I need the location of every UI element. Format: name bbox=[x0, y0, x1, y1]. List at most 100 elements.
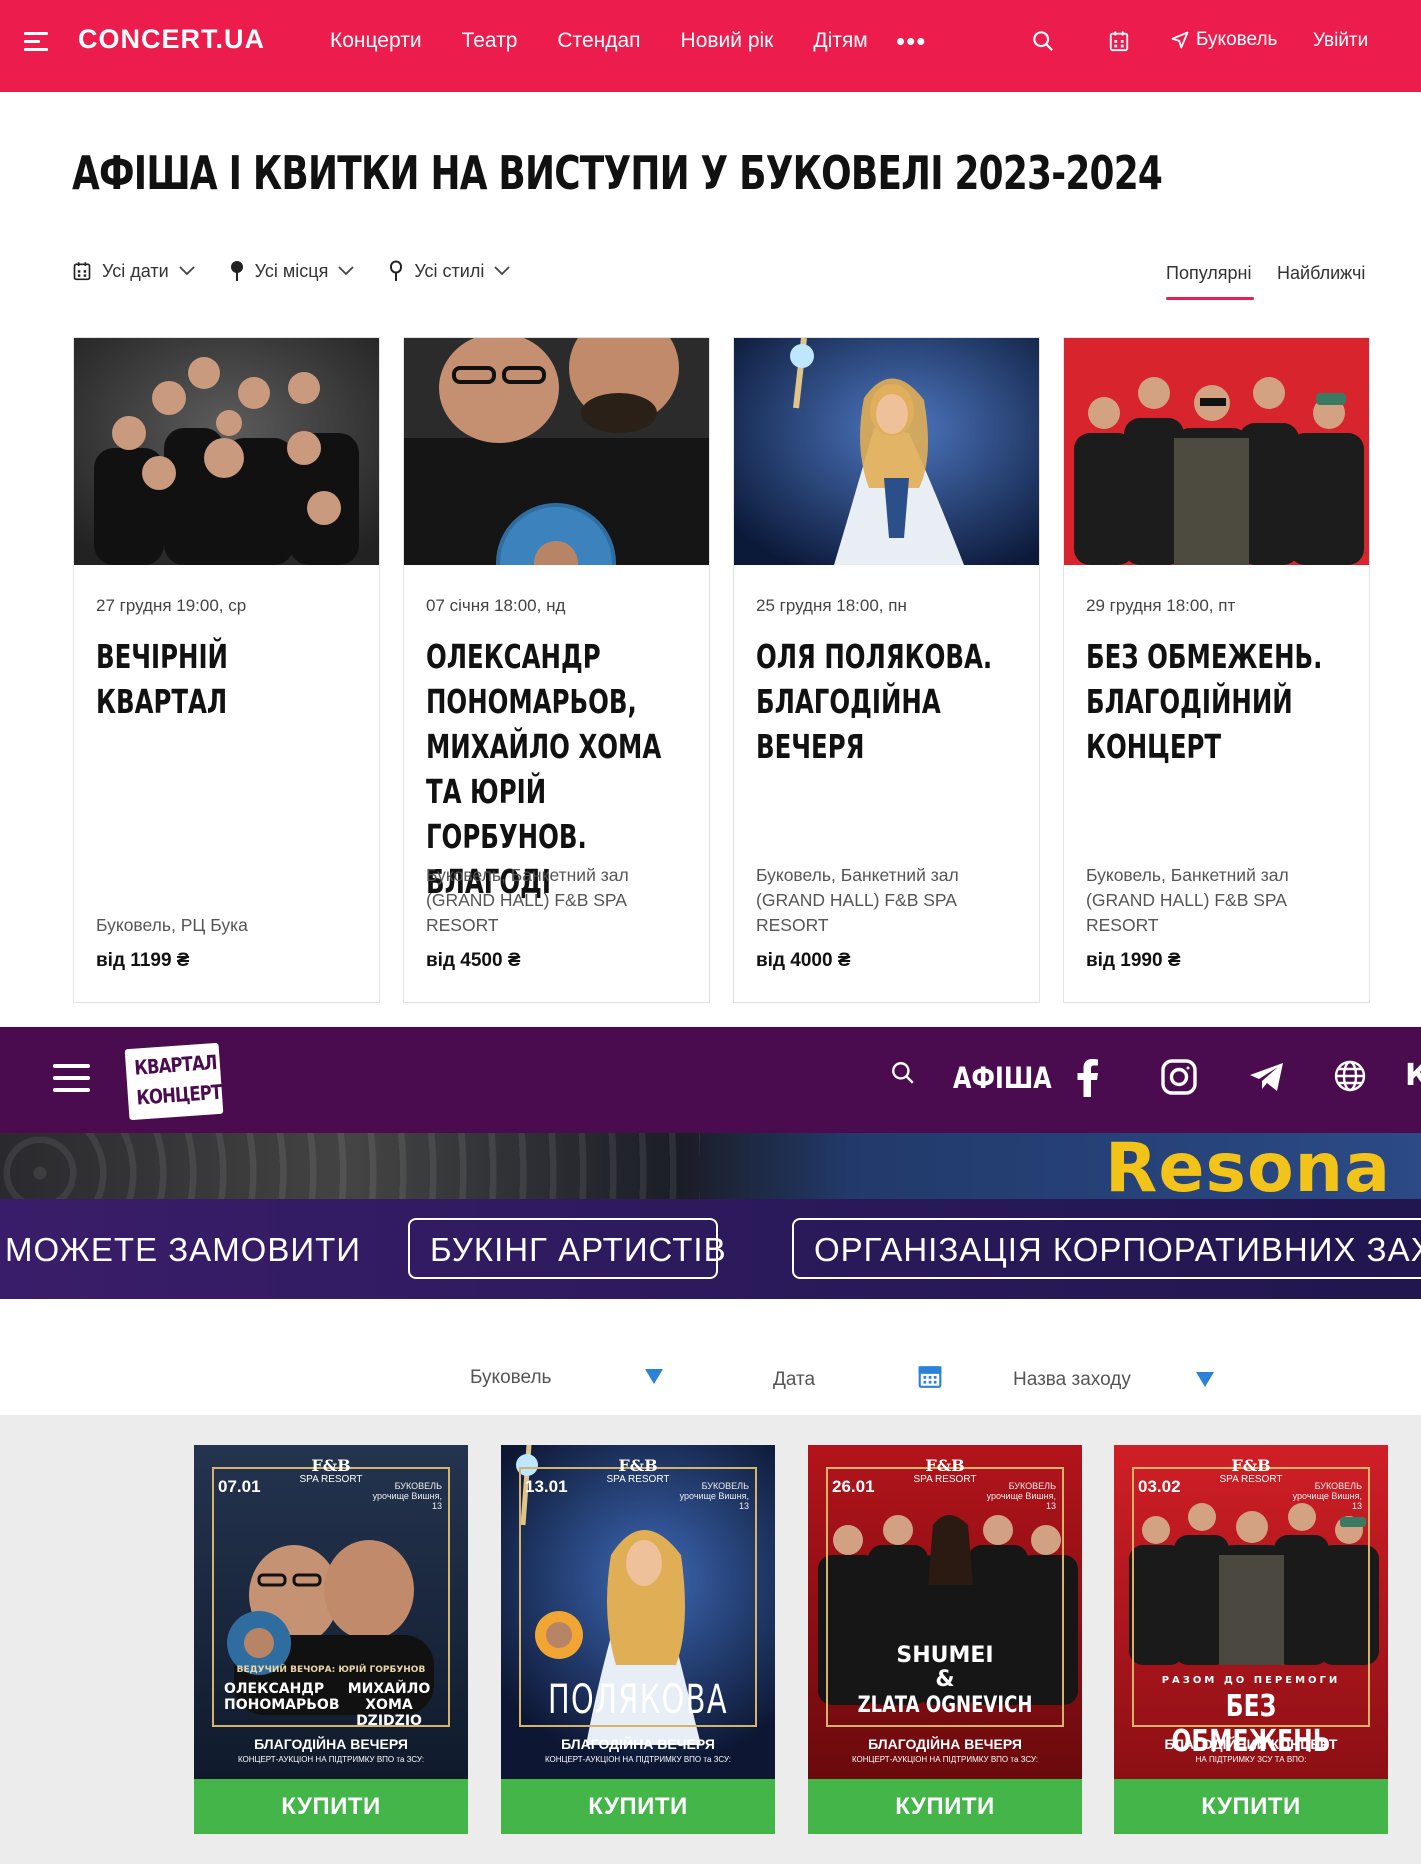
event-card[interactable]: 25 грудня 18:00, пн ОЛЯ ПОЛЯКОВА. БЛАГОД… bbox=[733, 337, 1040, 1003]
nav-item-new-year[interactable]: Новий рік bbox=[681, 29, 774, 53]
calendar-icon bbox=[73, 262, 91, 281]
dates-filter-label: Усі дати bbox=[102, 260, 169, 281]
afisha-link[interactable]: АФІША bbox=[953, 1061, 1052, 1095]
poster-card[interactable]: F&B SPA RESORT 07.01 БУКОВЕЛЬ урочище Виш… bbox=[194, 1445, 468, 1834]
event-price: від 4500 ₴ bbox=[426, 950, 521, 971]
nav-item-kids[interactable]: Дітям bbox=[813, 29, 867, 53]
event-name-select[interactable]: Назва заходу bbox=[1013, 1369, 1131, 1391]
dropdown-triangle-icon[interactable] bbox=[645, 1369, 663, 1384]
event-venue: Буковель, Банкетний зал (GRAND HALL) F&B… bbox=[426, 865, 629, 935]
page-title: АФІША І КВИТКИ НА ВИСТУПИ У БУКОВЕЛІ 202… bbox=[72, 146, 1163, 200]
nav-item-concerts[interactable]: Концерти bbox=[330, 29, 422, 53]
corporate-events-button[interactable]: ОРГАНІЗАЦІЯ КОРПОРАТИВНИХ ЗАХО bbox=[792, 1218, 1421, 1279]
poster-artist: МИХАЙЛО ХОМА DZIDZIO bbox=[347, 1681, 431, 1729]
active-tab-indicator bbox=[1166, 297, 1254, 300]
services-intro: МОЖЕТЕ ЗАМОВИТИ bbox=[5, 1231, 361, 1268]
event-card[interactable]: 07 січня 18:00, нд ОЛЕКСАНДР ПОНОМАРЬОВ,… bbox=[403, 337, 710, 1003]
date-field[interactable]: Дата bbox=[773, 1369, 815, 1391]
banner-title: Resona bbox=[1105, 1133, 1391, 1199]
dropdown-triangle-icon[interactable] bbox=[1196, 1372, 1214, 1387]
event-date: 29 грудня 18:00, пт bbox=[1086, 596, 1236, 615]
event-venue: Буковель, РЦ Бука bbox=[96, 915, 248, 935]
facebook-icon[interactable] bbox=[1077, 1059, 1099, 1097]
calendar-icon[interactable] bbox=[917, 1363, 943, 1389]
logo-line-2: КОНЦЕРТ bbox=[135, 1079, 223, 1110]
posters-grid: F&B SPA RESORT 07.01 БУКОВЕЛЬ урочище Виш… bbox=[0, 1415, 1421, 1864]
event-price: від 1990 ₴ bbox=[1086, 950, 1181, 971]
telegram-icon[interactable] bbox=[1249, 1062, 1285, 1092]
event-title[interactable]: ВЕЧІРНІЙ КВАРТАЛ bbox=[96, 634, 348, 724]
poster-art: F&B SPA RESORT 26.01 БУКОВЕЛЬ урочище Виш… bbox=[808, 1445, 1082, 1779]
more-menu-icon[interactable]: ••• bbox=[896, 26, 926, 57]
poster-card[interactable]: F&B SPA RESORT 03.02 БУКОВЕЛЬ урочище Виш… bbox=[1114, 1445, 1388, 1834]
event-title[interactable]: ОЛЯ ПОЛЯКОВА. БЛАГОДІЙНА ВЕЧЕРЯ bbox=[756, 634, 1008, 769]
kvartal-filters: Буковель Дата Назва заходу bbox=[0, 1299, 1421, 1415]
poster-artist: ПОЛЯКОВА bbox=[547, 1677, 729, 1723]
poster-art: F&B SPA RESORT 07.01 БУКОВЕЛЬ урочище Виш… bbox=[194, 1445, 468, 1779]
buy-button[interactable]: КУПИТИ bbox=[501, 1779, 775, 1834]
banner-pattern bbox=[0, 1133, 700, 1199]
menu-icon[interactable] bbox=[24, 32, 50, 52]
event-photo bbox=[404, 338, 709, 565]
poster-tagline: БЛАГОДІЙНА ВЕЧЕРЯ КОНЦЕРТ-АУКЦІОН НА ПІДТ… bbox=[237, 1736, 425, 1765]
login-link[interactable]: Увійти bbox=[1313, 30, 1368, 52]
buy-button[interactable]: КУПИТИ bbox=[194, 1779, 468, 1834]
nav-item-standup[interactable]: Стендап bbox=[557, 29, 640, 53]
buy-button[interactable]: КУПИТИ bbox=[1114, 1779, 1388, 1834]
event-date: 27 грудня 19:00, ср bbox=[96, 596, 247, 615]
instagram-icon[interactable] bbox=[1161, 1059, 1197, 1095]
globe-icon[interactable] bbox=[1334, 1060, 1366, 1092]
search-icon[interactable] bbox=[1032, 30, 1054, 52]
booking-artists-button[interactable]: БУКІНГ АРТИСТІВ bbox=[408, 1218, 726, 1279]
main-nav: Концерти Театр Стендап Новий рік Дітям bbox=[330, 29, 908, 53]
sort-popular-tab[interactable]: Популярні bbox=[1166, 263, 1252, 284]
poster-art: F&B SPA RESORT 13.01 БУКОВЕЛЬ урочище Виш… bbox=[501, 1445, 775, 1779]
resonance-banner[interactable]: Resona bbox=[0, 1133, 1421, 1199]
menu-icon[interactable] bbox=[53, 1064, 90, 1100]
calendar-icon[interactable] bbox=[1108, 30, 1130, 52]
microphone-icon bbox=[390, 260, 403, 281]
map-pin-icon bbox=[230, 261, 243, 281]
poster-location: БУКОВЕЛЬ урочище Вишня, 13 bbox=[679, 1481, 749, 1511]
event-photo bbox=[734, 338, 1039, 565]
poster-tagline: БЛАГОДІЙНИЙ КОНЦЕРТ НА ПІДТРИМКУ ЗСУ ТА В… bbox=[1164, 1736, 1338, 1765]
poster-card[interactable]: F&B SPA RESORT 26.01 БУКОВЕЛЬ урочище Виш… bbox=[808, 1445, 1082, 1834]
kvartal-header: КВАРТАЛ КОНЦЕРТ АФІША К bbox=[0, 1027, 1421, 1133]
event-venue: Буковель, Банкетний зал (GRAND HALL) F&B… bbox=[756, 865, 959, 935]
poster-location: БУКОВЕЛЬ урочище Вишня, 13 bbox=[986, 1481, 1056, 1511]
city-select[interactable]: Буковель bbox=[470, 1367, 551, 1389]
nav-item-theatre[interactable]: Театр bbox=[462, 29, 518, 53]
search-icon[interactable] bbox=[890, 1060, 916, 1086]
poster-date: 13.01 bbox=[525, 1477, 568, 1496]
language-label[interactable]: К bbox=[1405, 1058, 1421, 1093]
kvartal-logo[interactable]: КВАРТАЛ КОНЦЕРТ bbox=[124, 1042, 224, 1121]
event-price: від 1199 ₴ bbox=[96, 950, 190, 971]
poster-artist: SHUMEI bbox=[896, 1643, 994, 1668]
sort-nearest-tab[interactable]: Найближчі bbox=[1277, 263, 1365, 284]
poster-art: F&B SPA RESORT 03.02 БУКОВЕЛЬ урочище Виш… bbox=[1114, 1445, 1388, 1779]
poster-slogan: РАЗОМ ДО ПЕРЕМОГИ bbox=[1161, 1675, 1341, 1686]
places-filter-label: Усі місця bbox=[254, 260, 329, 281]
event-card[interactable]: 29 грудня 18:00, пт БЕЗ ОБМЕЖЕНЬ. БЛАГОД… bbox=[1063, 337, 1370, 1003]
dates-filter[interactable]: Усі дати bbox=[72, 260, 195, 282]
poster-host: ВЕДУЧИЙ ВЕЧОРА: ЮРІЙ ГОРБУНОВ bbox=[236, 1665, 426, 1675]
event-price: від 4000 ₴ bbox=[756, 950, 851, 971]
styles-filter-label: Усі стилі bbox=[414, 260, 485, 281]
chevron-down-icon bbox=[494, 266, 510, 276]
poster-card[interactable]: F&B SPA RESORT 13.01 БУКОВЕЛЬ урочище Виш… bbox=[501, 1445, 775, 1834]
city-label: Буковель bbox=[1196, 29, 1278, 50]
event-card[interactable]: 27 грудня 19:00, ср ВЕЧІРНІЙ КВАРТАЛ Бук… bbox=[73, 337, 380, 1003]
poster-tagline: БЛАГОДІЙНА ВЕЧЕРЯ КОНЦЕРТ-АУКЦІОН НА ПІДТ… bbox=[851, 1736, 1039, 1765]
services-strip: МОЖЕТЕ ЗАМОВИТИ БУКІНГ АРТИСТІВ ОРГАНІЗА… bbox=[0, 1199, 1421, 1299]
city-selector[interactable]: Буковель bbox=[1170, 29, 1277, 51]
event-title[interactable]: БЕЗ ОБМЕЖЕНЬ. БЛАГОДІЙНИЙ КОНЦЕРТ bbox=[1086, 634, 1338, 769]
styles-filter[interactable]: Усі стилі bbox=[388, 260, 510, 282]
buy-button[interactable]: КУПИТИ bbox=[808, 1779, 1082, 1834]
event-venue: Буковель, Банкетний зал (GRAND HALL) F&B… bbox=[1086, 865, 1289, 935]
concert-ua-header: CONCERT.UA Концерти Театр Стендап Новий … bbox=[0, 0, 1421, 92]
places-filter[interactable]: Усі місця bbox=[229, 260, 355, 282]
chevron-down-icon bbox=[338, 266, 354, 276]
location-arrow-icon bbox=[1171, 31, 1189, 49]
poster-location: БУКОВЕЛЬ урочище Вишня, 13 bbox=[372, 1481, 442, 1511]
concert-ua-logo[interactable]: CONCERT.UA bbox=[78, 24, 265, 55]
